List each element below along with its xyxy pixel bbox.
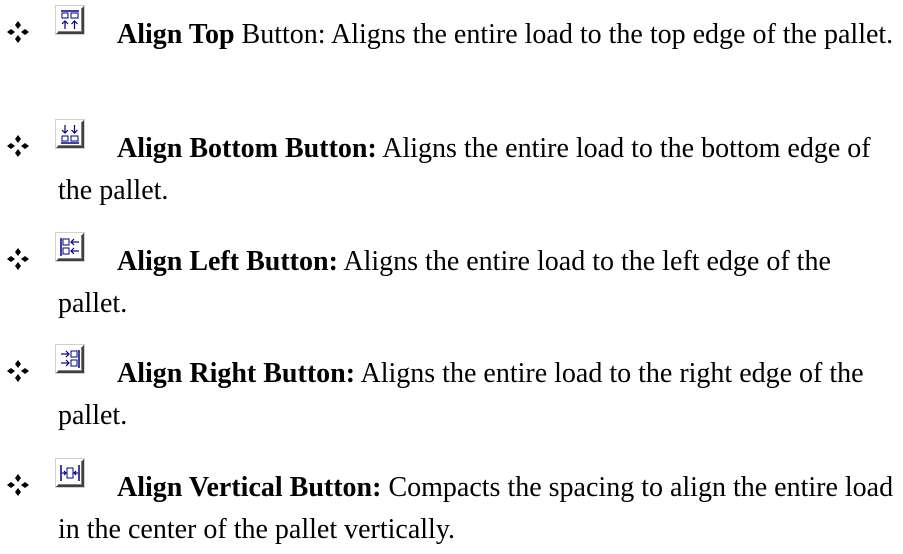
list-item-text: Align Vertical Button: Compacts the spac… [58, 467, 898, 551]
diamond-bullet-icon [7, 135, 29, 157]
diamond-bullet-icon [7, 360, 29, 382]
item-title: Align Vertical Button: [117, 472, 382, 503]
item-title-suffix: Button: [234, 19, 326, 50]
item-title: Align Top [117, 19, 235, 50]
list-item-text: Align Top Button: Aligns the entire load… [58, 14, 898, 56]
item-title: Align Bottom Button: [117, 133, 377, 164]
diamond-bullet-icon [7, 248, 29, 270]
list-item-text: Align Left Button: Aligns the entire loa… [58, 241, 898, 325]
item-title: Align Left Button: [117, 246, 338, 277]
diamond-bullet-icon [7, 474, 29, 496]
list-item-text: Align Bottom Button: Aligns the entire l… [58, 128, 898, 212]
item-description: Aligns the entire load to the top edge o… [325, 19, 894, 50]
list-item-text: Align Right Button: Aligns the entire lo… [58, 353, 898, 437]
diamond-bullet-icon [7, 21, 29, 43]
item-title: Align Right Button: [117, 358, 356, 389]
document-page: Align Top Button: Aligns the entire load… [0, 0, 903, 554]
